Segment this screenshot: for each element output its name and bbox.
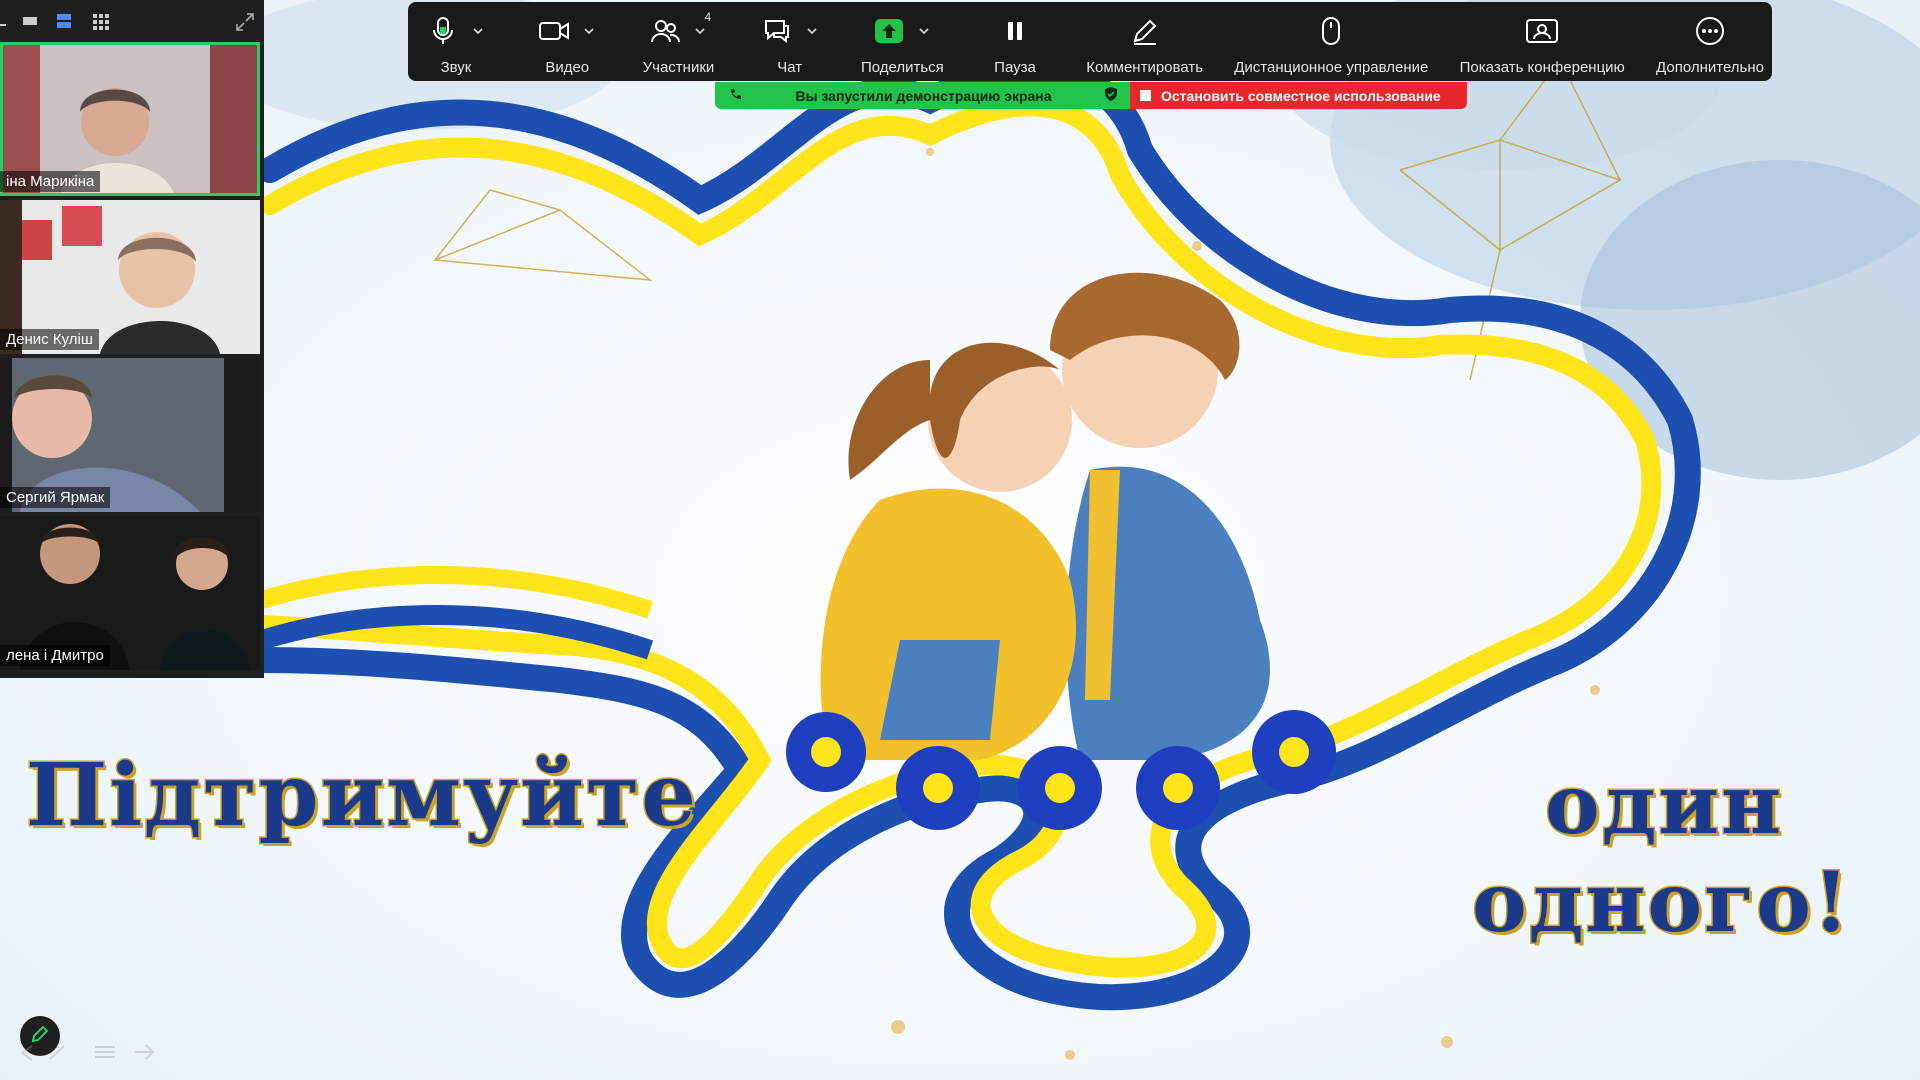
minimize-icon[interactable]	[0, 13, 8, 32]
mouse-icon	[1314, 14, 1348, 48]
audio-button[interactable]: Звук	[416, 2, 496, 81]
video-gallery-panel: іна Марикіна Денис Куліш Сергий Ярмак ле…	[0, 0, 264, 678]
slide-text-right-line1: один	[1543, 756, 1784, 855]
pause-share-button[interactable]: Пауза	[975, 2, 1055, 81]
phone-icon	[729, 87, 743, 104]
slide-text-right-line2: одного!	[1471, 854, 1851, 953]
shared-slide: Підтримуйте один одного!	[0, 0, 1920, 1080]
participant-tile[interactable]: Сергий Ярмак	[0, 358, 260, 512]
share-status-banner: Вы запустили демонстрацию экрана Останов…	[715, 82, 1467, 109]
show-meeting-icon	[1525, 14, 1559, 48]
stop-icon	[1140, 90, 1151, 101]
stop-share-button[interactable]: Остановить совместное использование	[1130, 82, 1467, 109]
expand-icon[interactable]	[236, 13, 254, 36]
annotate-button[interactable]: Комментировать	[1086, 2, 1203, 81]
audio-label: Звук	[440, 59, 472, 76]
participants-count-badge: 4	[704, 10, 712, 24]
participant-name: Сергий Ярмак	[0, 487, 111, 508]
video-panel-header	[0, 0, 264, 42]
slide-text-left: Підтримуйте	[25, 744, 698, 848]
participant-name: лена і Дмитро	[0, 645, 110, 666]
chat-label: Чат	[777, 59, 803, 76]
share-screen-icon	[872, 14, 906, 48]
chevron-down-icon[interactable]	[804, 23, 820, 39]
annotate-pencil-icon	[1128, 14, 1162, 48]
video-button[interactable]: Видео	[527, 2, 607, 81]
arrow-left-icon[interactable]	[20, 1044, 70, 1067]
share-status-area: Вы запустили демонстрацию экрана	[715, 82, 1130, 109]
participants-label: Участники	[642, 59, 715, 76]
participant-tile[interactable]: Денис Куліш	[0, 200, 260, 354]
show-meeting-button[interactable]: Показать конференцию	[1460, 2, 1625, 81]
gallery-view-icon[interactable]	[92, 13, 110, 36]
show-meeting-label: Показать конференцию	[1459, 59, 1625, 76]
participant-tile[interactable]: іна Марикіна	[0, 42, 260, 196]
share-status-text: Вы запустили демонстрацию экрана	[795, 87, 1052, 104]
chevron-down-icon[interactable]	[470, 23, 486, 39]
chat-button[interactable]: Чат	[750, 2, 830, 81]
arrow-right-icon[interactable]	[134, 1044, 156, 1065]
annotate-label: Комментировать	[1086, 59, 1204, 76]
more-button[interactable]: Дополнительно	[1656, 2, 1764, 81]
more-label: Дополнительно	[1656, 59, 1764, 76]
chat-icon	[760, 14, 794, 48]
remote-control-label: Дистанционное управление	[1234, 59, 1429, 76]
participant-name: Денис Куліш	[0, 329, 99, 350]
participant-tile[interactable]: лена і Дмитро	[0, 516, 260, 670]
meeting-toolbar: Звук Видео 4 Участники Чат Поделиться Па…	[408, 2, 1772, 81]
menu-icon[interactable]	[94, 1044, 116, 1065]
speaker-view-icon[interactable]	[56, 13, 72, 34]
chevron-down-icon[interactable]	[692, 23, 708, 39]
share-screen-button[interactable]: Поделиться	[861, 2, 944, 81]
stop-share-label: Остановить совместное использование	[1161, 87, 1441, 104]
pause-icon	[998, 14, 1032, 48]
hide-video-icon[interactable]	[22, 13, 38, 32]
chevron-down-icon[interactable]	[916, 23, 932, 39]
share-label: Поделиться	[860, 59, 944, 76]
shield-icon	[1104, 86, 1118, 105]
participants-icon	[648, 14, 682, 48]
remote-control-button[interactable]: Дистанционное управление	[1234, 2, 1428, 81]
pause-label: Пауза	[994, 59, 1036, 76]
participants-button[interactable]: 4 Участники	[638, 2, 718, 81]
participant-name: іна Марикіна	[0, 171, 101, 192]
video-camera-icon	[537, 14, 571, 48]
chevron-down-icon[interactable]	[581, 23, 597, 39]
video-label: Видео	[545, 59, 590, 76]
microphone-icon	[426, 14, 460, 48]
children-illustration	[820, 272, 1270, 760]
more-icon	[1693, 14, 1727, 48]
